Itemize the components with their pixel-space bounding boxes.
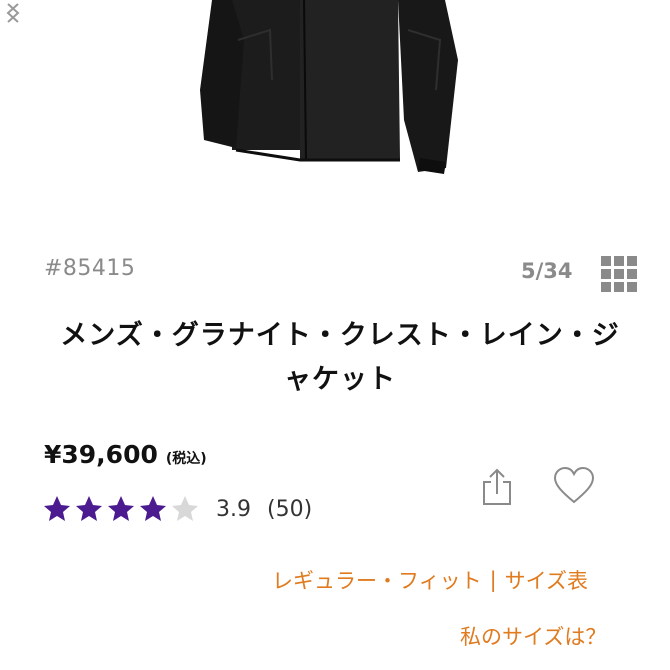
separator: | <box>489 568 497 592</box>
review-count[interactable]: (50) <box>267 497 312 522</box>
jacket-image <box>200 0 458 174</box>
rating-value: 3.9 <box>216 496 251 522</box>
product-title-line: メンズ・グラナイト・クレスト・レイン・ジ <box>60 320 620 351</box>
product-title: メンズ・グラナイト・クレスト・レイン・ジ ャケット <box>40 314 640 402</box>
tax-note: (税込) <box>165 451 207 467</box>
star-rating <box>42 494 202 524</box>
fit-link[interactable]: レギュラー・フィット <box>272 565 482 595</box>
heart-icon[interactable] <box>552 466 596 506</box>
fit-links: レギュラー・フィット | サイズ表 <box>272 565 588 595</box>
image-counter: 5/34 <box>521 259 573 283</box>
grid-icon[interactable] <box>601 256 637 292</box>
price: ¥39,600 <box>44 440 158 469</box>
star-empty-icon <box>172 496 198 521</box>
rating[interactable]: 3.9 (50) <box>42 494 312 524</box>
share-icon[interactable] <box>478 466 516 508</box>
size-chart-link[interactable]: サイズ表 <box>505 565 588 595</box>
star-filled-icon <box>108 496 134 521</box>
star-filled-icon <box>44 496 70 521</box>
price-row: ¥39,600 (税込) <box>44 440 207 469</box>
star-filled-icon <box>140 496 166 521</box>
product-title-line: ャケット <box>284 364 396 395</box>
chevron-right-icon[interactable] <box>0 0 26 26</box>
product-image[interactable] <box>0 0 670 230</box>
star-filled-icon <box>76 496 102 521</box>
my-size-link[interactable]: 私のサイズは？ <box>460 621 606 651</box>
product-number: #85415 <box>44 256 136 281</box>
